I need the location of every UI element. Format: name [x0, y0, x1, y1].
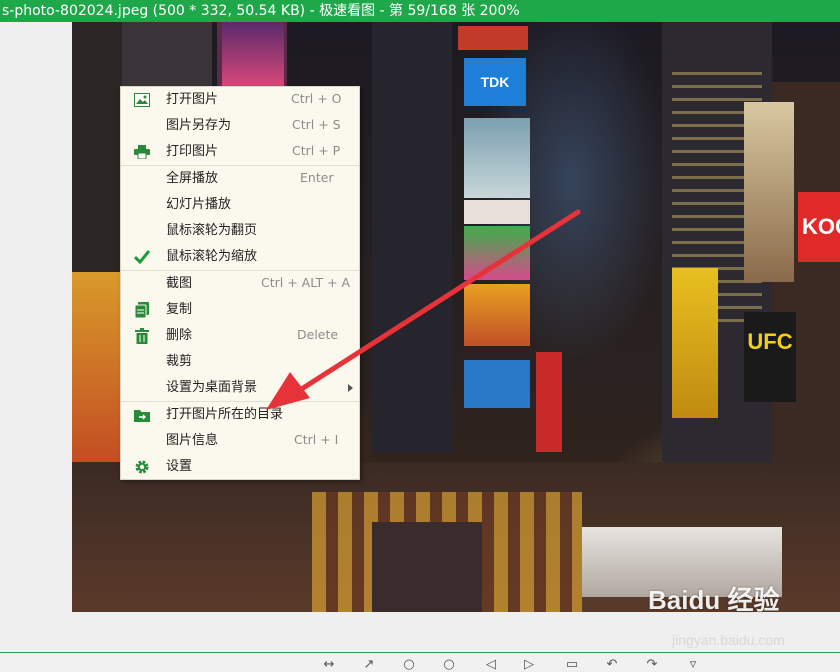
menu-item-copy[interactable]: 复制 [121, 297, 359, 323]
menu-item-label: 图片另存为 [166, 118, 232, 133]
menu-item-save-as[interactable]: 图片另存为 Ctrl + S [121, 113, 359, 139]
menu-item-screenshot[interactable]: 截图 Ctrl + ALT + A [121, 271, 359, 297]
menu-item-label: 鼠标滚轮为缩放 [166, 249, 258, 264]
menu-item-label: 幻灯片播放 [166, 197, 232, 212]
zoom-out-icon[interactable]: ○ [442, 658, 456, 671]
baidu-watermark-url: jingyan.baidu.com [672, 632, 785, 648]
menu-item-label: 删除 [166, 328, 193, 343]
next-image-icon[interactable]: ▷ [522, 658, 536, 671]
koc-sign: KOC [798, 192, 840, 262]
copy-icon [133, 301, 151, 319]
fit-window-icon[interactable]: ↔ [322, 658, 336, 671]
menu-item-shortcut: Ctrl + S [292, 117, 341, 132]
menu-item-open-folder[interactable]: 打开图片所在的目录 [121, 402, 359, 428]
menu-item-open-image[interactable]: 打开图片 Ctrl + O [121, 87, 359, 113]
window-title: s-photo-802024.jpeg (500 * 332, 50.54 KB… [0, 0, 840, 22]
slideshow-icon[interactable]: ▭ [565, 658, 579, 671]
menu-item-wheel-page[interactable]: 鼠标滚轮为翻页 [121, 218, 359, 244]
zoom-in-icon[interactable]: ○ [402, 658, 416, 671]
menu-item-crop[interactable]: 裁剪 [121, 349, 359, 375]
menu-item-label: 打开图片所在的目录 [166, 407, 284, 422]
actual-size-icon[interactable]: ↗ [362, 658, 376, 671]
menu-item-label: 鼠标滚轮为翻页 [166, 223, 258, 238]
menu-item-print[interactable]: 打印图片 Ctrl + P [121, 139, 359, 165]
rotate-left-icon[interactable]: ↶ [605, 658, 619, 671]
delete-icon[interactable]: ▿ [686, 658, 700, 671]
menu-item-shortcut: Ctrl + I [294, 432, 339, 447]
menu-item-label: 设置为桌面背景 [166, 380, 258, 395]
menu-item-label: 打印图片 [166, 144, 219, 159]
menu-item-label: 打开图片 [166, 92, 219, 107]
menu-item-slideshow[interactable]: 幻灯片播放 [121, 192, 359, 218]
bottom-toolbar: ↔ ↗ ○ ○ ◁ ▷ ▭ ↶ ↷ ▿ [0, 652, 840, 671]
menu-item-label: 图片信息 [166, 433, 219, 448]
menu-item-wheel-zoom[interactable]: 鼠标滚轮为缩放 [121, 244, 359, 270]
menu-item-label: 截图 [166, 276, 193, 291]
menu-item-label: 裁剪 [166, 354, 193, 369]
menu-item-shortcut: Delete [297, 327, 339, 342]
trash-icon [133, 327, 151, 345]
printer-icon [133, 143, 151, 161]
menu-item-set-wallpaper[interactable]: 设置为桌面背景 [121, 375, 359, 401]
baidu-watermark-logo: Baidu 经验 [648, 585, 780, 615]
previous-image-icon[interactable]: ◁ [484, 658, 498, 671]
menu-item-shortcut: Enter [300, 170, 334, 185]
menu-item-label: 复制 [166, 302, 193, 317]
ufc-sign: UFC [744, 312, 796, 402]
submenu-arrow-icon [348, 384, 353, 392]
image-icon [133, 91, 151, 109]
checkmark-icon [133, 248, 151, 266]
menu-item-fullscreen[interactable]: 全屏播放 Enter [121, 166, 359, 192]
menu-item-shortcut: Ctrl + P [292, 143, 341, 158]
menu-item-settings[interactable]: 设置 [121, 454, 359, 480]
menu-item-shortcut: Ctrl + O [291, 91, 342, 106]
menu-item-image-info[interactable]: 图片信息 Ctrl + I [121, 428, 359, 454]
menu-item-shortcut: Ctrl + ALT + A [261, 275, 351, 290]
rotate-right-icon[interactable]: ↷ [645, 658, 659, 671]
folder-icon [133, 406, 151, 424]
context-menu: 打开图片 Ctrl + O 图片另存为 Ctrl + S 打印图片 Ctrl +… [120, 86, 360, 480]
gear-icon [133, 458, 151, 476]
tdk-sign: TDK [464, 58, 526, 106]
menu-item-label: 全屏播放 [166, 171, 219, 186]
menu-item-label: 设置 [166, 459, 193, 474]
menu-item-delete[interactable]: 删除 Delete [121, 323, 359, 349]
